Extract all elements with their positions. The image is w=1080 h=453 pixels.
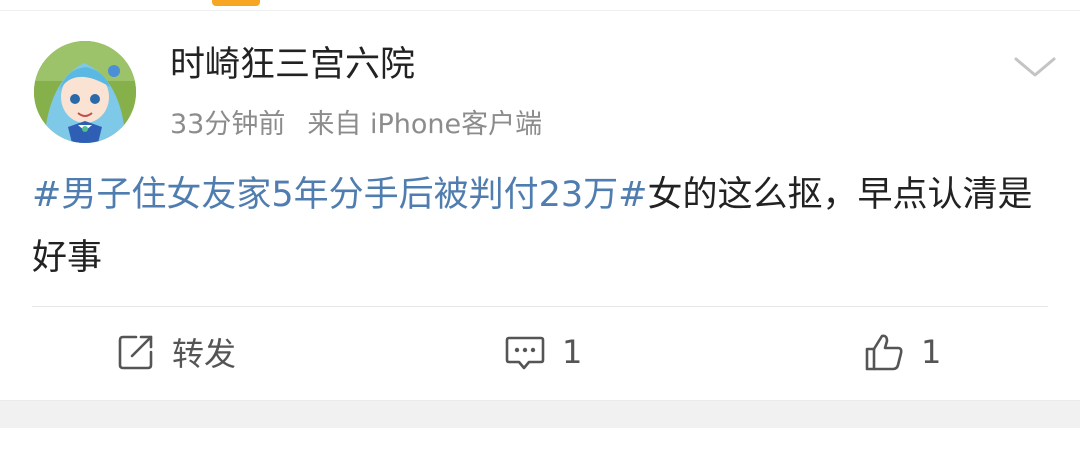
chevron-down-icon <box>1014 57 1056 77</box>
like-count: 1 <box>921 333 942 371</box>
repost-label: 转发 <box>172 335 237 373</box>
comment-count: 1 <box>562 333 583 371</box>
weibo-post-card[interactable]: 时崎狂三宫六院 33分钟前 来自 iPhone客户端 #男子住女友家5年分手后被判… <box>0 11 1080 400</box>
like-button[interactable]: 1 <box>863 329 941 375</box>
comment-icon <box>505 336 545 370</box>
avatar-image <box>34 41 136 143</box>
avatar[interactable] <box>34 41 136 143</box>
feed-separator <box>0 400 1080 429</box>
divider <box>32 306 1048 307</box>
previous-section-edge <box>0 0 1080 11</box>
more-options-button[interactable] <box>1012 51 1058 81</box>
comment-button[interactable]: 1 <box>504 329 582 375</box>
post-content: #男子住女友家5年分手后被判付23万#女的这么抠，早点认清是好事 <box>32 164 1042 290</box>
tab-indicator <box>212 0 260 6</box>
post-source: 来自 iPhone客户端 <box>307 109 543 140</box>
next-post-edge <box>0 428 1080 453</box>
username[interactable]: 时崎狂三宫六院 <box>170 41 415 89</box>
thumbs-up-icon <box>865 334 903 371</box>
repost-button[interactable]: 转发 <box>116 329 236 375</box>
post-time: 33分钟前 <box>170 109 286 140</box>
hashtag-link[interactable]: #男子住女友家5年分手后被判付23万# <box>32 175 647 215</box>
post-meta: 33分钟前 来自 iPhone客户端 <box>170 105 542 145</box>
share-icon <box>118 335 153 370</box>
